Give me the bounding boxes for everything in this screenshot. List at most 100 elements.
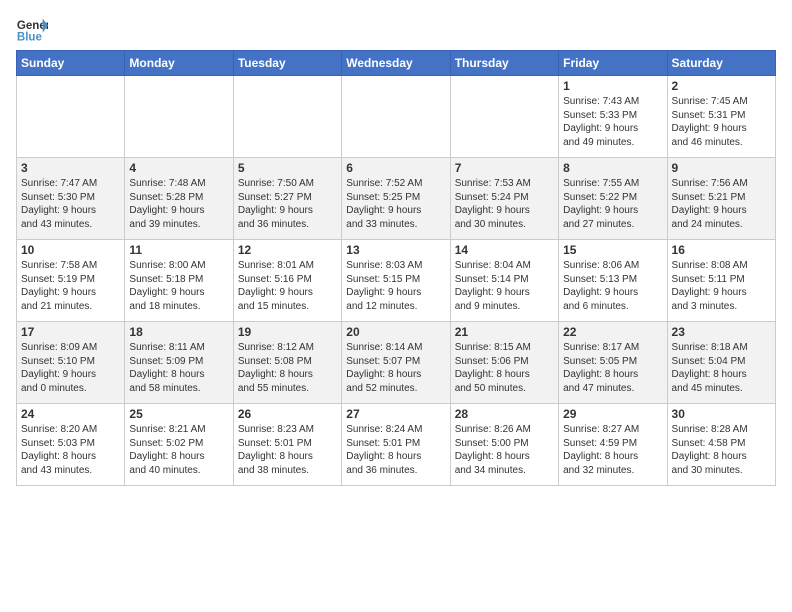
day-number: 30	[672, 407, 771, 421]
day-cell-14: 14 Sunrise: 8:04 AM Sunset: 5:14 PM Dayli…	[450, 240, 558, 322]
logo: General Blue	[16, 16, 48, 44]
day-cell-6: 6 Sunrise: 7:52 AM Sunset: 5:25 PM Daylig…	[342, 158, 450, 240]
day-number: 27	[346, 407, 445, 421]
day-cell-15: 15 Sunrise: 8:06 AM Sunset: 5:13 PM Dayli…	[559, 240, 667, 322]
day-info: Sunrise: 8:26 AM Sunset: 5:00 PM Dayligh…	[455, 423, 554, 477]
day-info: Sunrise: 8:11 AM Sunset: 5:09 PM Dayligh…	[129, 341, 228, 395]
day-info: Sunrise: 8:27 AM Sunset: 4:59 PM Dayligh…	[563, 423, 662, 477]
day-info: Sunrise: 8:28 AM Sunset: 4:58 PM Dayligh…	[672, 423, 771, 477]
day-info: Sunrise: 7:48 AM Sunset: 5:28 PM Dayligh…	[129, 177, 228, 231]
day-number: 28	[455, 407, 554, 421]
header: General Blue	[16, 16, 776, 44]
day-info: Sunrise: 8:03 AM Sunset: 5:15 PM Dayligh…	[346, 259, 445, 313]
day-cell-24: 24 Sunrise: 8:20 AM Sunset: 5:03 PM Dayli…	[17, 404, 125, 486]
day-number: 3	[21, 161, 120, 175]
day-cell-13: 13 Sunrise: 8:03 AM Sunset: 5:15 PM Dayli…	[342, 240, 450, 322]
day-info: Sunrise: 7:58 AM Sunset: 5:19 PM Dayligh…	[21, 259, 120, 313]
week-row-4: 17Sunrise: 8:09 AM Sunset: 5:10 PM Dayli…	[17, 322, 776, 404]
day-info: Sunrise: 7:47 AM Sunset: 5:30 PM Dayligh…	[21, 177, 120, 231]
day-info: Sunrise: 7:55 AM Sunset: 5:22 PM Dayligh…	[563, 177, 662, 231]
empty-cell	[233, 76, 341, 158]
day-number: 10	[21, 243, 120, 257]
day-info: Sunrise: 8:24 AM Sunset: 5:01 PM Dayligh…	[346, 423, 445, 477]
day-cell-7: 7 Sunrise: 7:53 AM Sunset: 5:24 PM Daylig…	[450, 158, 558, 240]
day-number: 22	[563, 325, 662, 339]
day-info: Sunrise: 8:08 AM Sunset: 5:11 PM Dayligh…	[672, 259, 771, 313]
day-cell-28: 28 Sunrise: 8:26 AM Sunset: 5:00 PM Dayli…	[450, 404, 558, 486]
day-number: 20	[346, 325, 445, 339]
weekday-thursday: Thursday	[450, 51, 558, 76]
day-cell-1: 1 Sunrise: 7:43 AM Sunset: 5:33 PM Daylig…	[559, 76, 667, 158]
day-number: 18	[129, 325, 228, 339]
day-number: 2	[672, 79, 771, 93]
empty-cell	[450, 76, 558, 158]
day-info: Sunrise: 7:45 AM Sunset: 5:31 PM Dayligh…	[672, 95, 771, 149]
weekday-monday: Monday	[125, 51, 233, 76]
weekday-header-row: SundayMondayTuesdayWednesdayThursdayFrid…	[17, 51, 776, 76]
day-info: Sunrise: 7:50 AM Sunset: 5:27 PM Dayligh…	[238, 177, 337, 231]
day-info: Sunrise: 7:53 AM Sunset: 5:24 PM Dayligh…	[455, 177, 554, 231]
day-info: Sunrise: 7:43 AM Sunset: 5:33 PM Dayligh…	[563, 95, 662, 149]
day-cell-29: 29 Sunrise: 8:27 AM Sunset: 4:59 PM Dayli…	[559, 404, 667, 486]
day-cell-19: 19Sunrise: 8:12 AM Sunset: 5:08 PM Dayli…	[233, 322, 341, 404]
day-number: 29	[563, 407, 662, 421]
day-number: 5	[238, 161, 337, 175]
weekday-saturday: Saturday	[667, 51, 775, 76]
empty-cell	[125, 76, 233, 158]
week-row-5: 24 Sunrise: 8:20 AM Sunset: 5:03 PM Dayli…	[17, 404, 776, 486]
week-row-3: 10 Sunrise: 7:58 AM Sunset: 5:19 PM Dayli…	[17, 240, 776, 322]
day-cell-4: 4Sunrise: 7:48 AM Sunset: 5:28 PM Daylig…	[125, 158, 233, 240]
day-number: 26	[238, 407, 337, 421]
day-number: 16	[672, 243, 771, 257]
week-row-2: 3 Sunrise: 7:47 AM Sunset: 5:30 PM Daylig…	[17, 158, 776, 240]
day-info: Sunrise: 8:20 AM Sunset: 5:03 PM Dayligh…	[21, 423, 120, 477]
day-cell-25: 25Sunrise: 8:21 AM Sunset: 5:02 PM Dayli…	[125, 404, 233, 486]
day-cell-23: 23 Sunrise: 8:18 AM Sunset: 5:04 PM Dayli…	[667, 322, 775, 404]
day-info: Sunrise: 8:14 AM Sunset: 5:07 PM Dayligh…	[346, 341, 445, 395]
empty-cell	[342, 76, 450, 158]
day-cell-18: 18 Sunrise: 8:11 AM Sunset: 5:09 PM Dayli…	[125, 322, 233, 404]
day-number: 6	[346, 161, 445, 175]
weekday-wednesday: Wednesday	[342, 51, 450, 76]
day-info: Sunrise: 8:01 AM Sunset: 5:16 PM Dayligh…	[238, 259, 337, 313]
logo-icon: General Blue	[16, 16, 48, 44]
day-number: 13	[346, 243, 445, 257]
day-cell-3: 3 Sunrise: 7:47 AM Sunset: 5:30 PM Daylig…	[17, 158, 125, 240]
day-info: Sunrise: 8:21 AM Sunset: 5:02 PM Dayligh…	[129, 423, 228, 477]
day-number: 24	[21, 407, 120, 421]
day-info: Sunrise: 7:56 AM Sunset: 5:21 PM Dayligh…	[672, 177, 771, 231]
day-number: 23	[672, 325, 771, 339]
day-number: 21	[455, 325, 554, 339]
day-number: 19	[238, 325, 337, 339]
day-info: Sunrise: 8:23 AM Sunset: 5:01 PM Dayligh…	[238, 423, 337, 477]
day-number: 1	[563, 79, 662, 93]
svg-text:Blue: Blue	[17, 32, 43, 44]
day-cell-11: 11 Sunrise: 8:00 AM Sunset: 5:18 PM Dayli…	[125, 240, 233, 322]
weekday-friday: Friday	[559, 51, 667, 76]
empty-cell	[17, 76, 125, 158]
day-cell-21: 21 Sunrise: 8:15 AM Sunset: 5:06 PM Dayli…	[450, 322, 558, 404]
day-cell-5: 5 Sunrise: 7:50 AM Sunset: 5:27 PM Daylig…	[233, 158, 341, 240]
day-info: Sunrise: 8:04 AM Sunset: 5:14 PM Dayligh…	[455, 259, 554, 313]
day-cell-22: 22Sunrise: 8:17 AM Sunset: 5:05 PM Dayli…	[559, 322, 667, 404]
day-info: Sunrise: 7:52 AM Sunset: 5:25 PM Dayligh…	[346, 177, 445, 231]
day-number: 7	[455, 161, 554, 175]
day-info: Sunrise: 8:15 AM Sunset: 5:06 PM Dayligh…	[455, 341, 554, 395]
week-row-1: 1 Sunrise: 7:43 AM Sunset: 5:33 PM Daylig…	[17, 76, 776, 158]
day-cell-12: 12 Sunrise: 8:01 AM Sunset: 5:16 PM Dayli…	[233, 240, 341, 322]
page-container: General Blue SundayMondayTuesdayWednesda…	[0, 0, 792, 496]
day-cell-27: 27 Sunrise: 8:24 AM Sunset: 5:01 PM Dayli…	[342, 404, 450, 486]
day-number: 11	[129, 243, 228, 257]
day-info: Sunrise: 8:06 AM Sunset: 5:13 PM Dayligh…	[563, 259, 662, 313]
day-info: Sunrise: 8:00 AM Sunset: 5:18 PM Dayligh…	[129, 259, 228, 313]
day-cell-16: 16 Sunrise: 8:08 AM Sunset: 5:11 PM Dayli…	[667, 240, 775, 322]
weekday-sunday: Sunday	[17, 51, 125, 76]
day-info: Sunrise: 8:18 AM Sunset: 5:04 PM Dayligh…	[672, 341, 771, 395]
day-cell-20: 20 Sunrise: 8:14 AM Sunset: 5:07 PM Dayli…	[342, 322, 450, 404]
day-cell-9: 9Sunrise: 7:56 AM Sunset: 5:21 PM Daylig…	[667, 158, 775, 240]
day-number: 12	[238, 243, 337, 257]
day-number: 14	[455, 243, 554, 257]
day-info: Sunrise: 8:09 AM Sunset: 5:10 PM Dayligh…	[21, 341, 120, 395]
day-cell-2: 2 Sunrise: 7:45 AM Sunset: 5:31 PM Daylig…	[667, 76, 775, 158]
day-number: 15	[563, 243, 662, 257]
